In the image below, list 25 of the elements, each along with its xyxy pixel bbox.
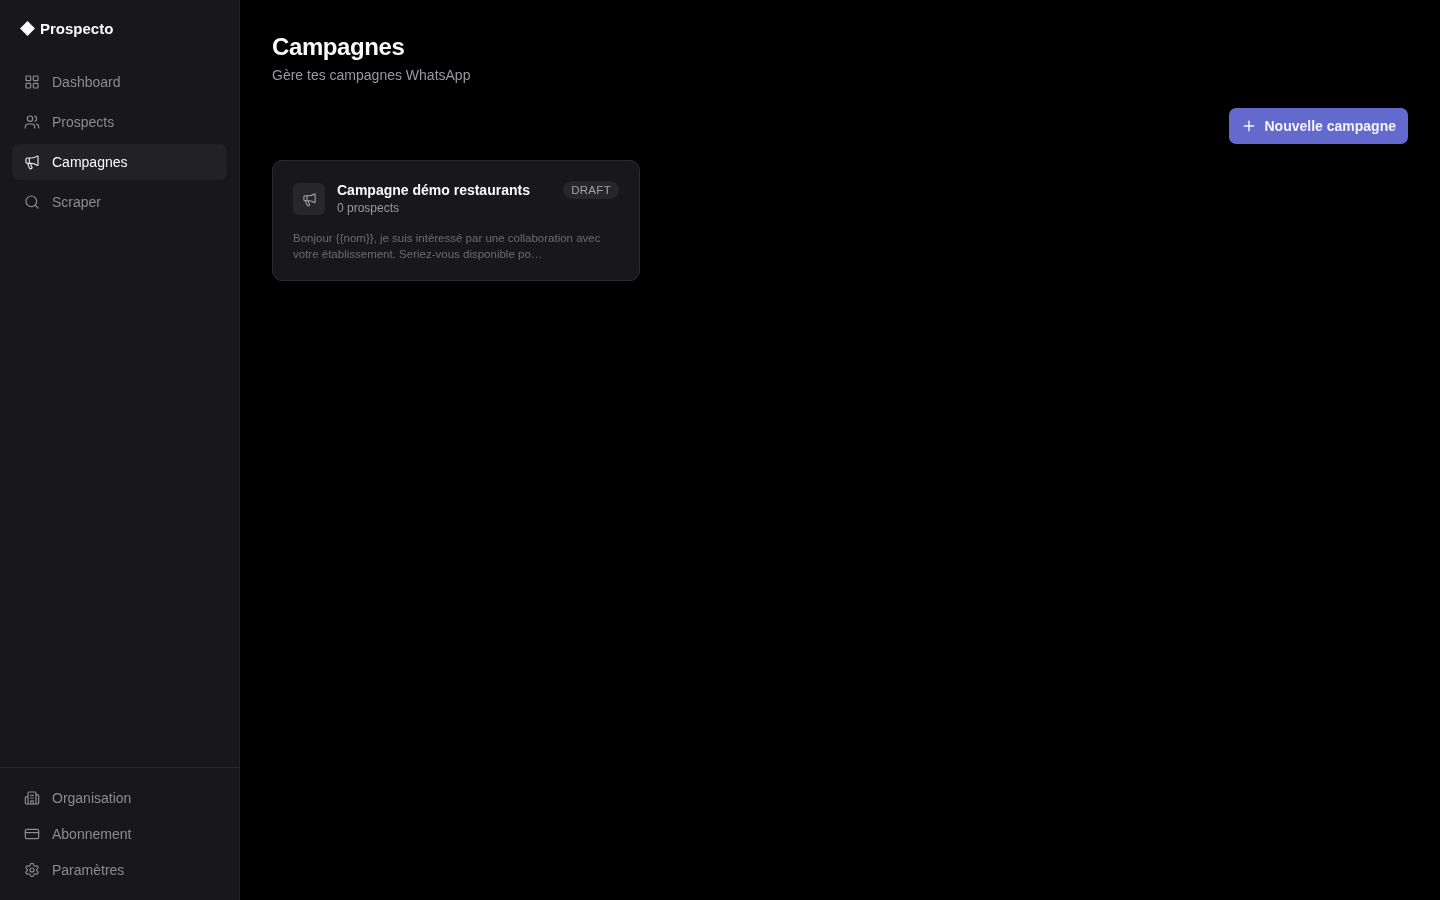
sidebar-item[interactable]: Campagnes xyxy=(12,144,227,180)
grid-icon xyxy=(24,74,40,90)
search-icon xyxy=(24,194,40,210)
sidebar-item[interactable]: Paramètres xyxy=(12,852,227,888)
megaphone-icon xyxy=(24,154,40,170)
sidebar-item[interactable]: Abonnement xyxy=(12,816,227,852)
building-icon xyxy=(24,790,40,806)
campaign-name: Campagne démo restaurants xyxy=(337,181,531,199)
page-subtitle: Gère tes campagnes WhatsApp xyxy=(272,66,472,84)
sidebar-item[interactable]: Scraper xyxy=(12,184,227,220)
new-campaign-button[interactable]: Nouvelle campagne xyxy=(1228,108,1408,144)
credit-card-icon xyxy=(24,826,40,842)
page-title: Campagnes xyxy=(272,32,406,62)
sidebar-item[interactable]: Prospects xyxy=(12,104,227,140)
campaign-card[interactable]: Campagne démo restaurants 0 prospects DRAFT Bonjour {{nom}}, je suis intéressé par une collaboration avec votre établissement. Seriez-vous disponible po… xyxy=(272,160,640,281)
message-preview: Bonjour {{nom}}, je suis intéressé par une collaboration avec votre établissement. Seriez-vous disponible po… xyxy=(293,231,602,262)
settings-icon xyxy=(24,862,40,878)
sidebar-item[interactable]: Dashboard xyxy=(12,64,227,100)
users-icon xyxy=(24,114,40,130)
prospect-count: 0 prospects xyxy=(337,200,401,216)
diamond-logo-icon xyxy=(20,20,35,36)
status-badge: DRAFT xyxy=(563,181,619,199)
brand-name: Prospecto xyxy=(40,19,114,37)
megaphone-icon xyxy=(293,183,325,215)
sidebar-item[interactable]: Organisation xyxy=(12,780,227,816)
